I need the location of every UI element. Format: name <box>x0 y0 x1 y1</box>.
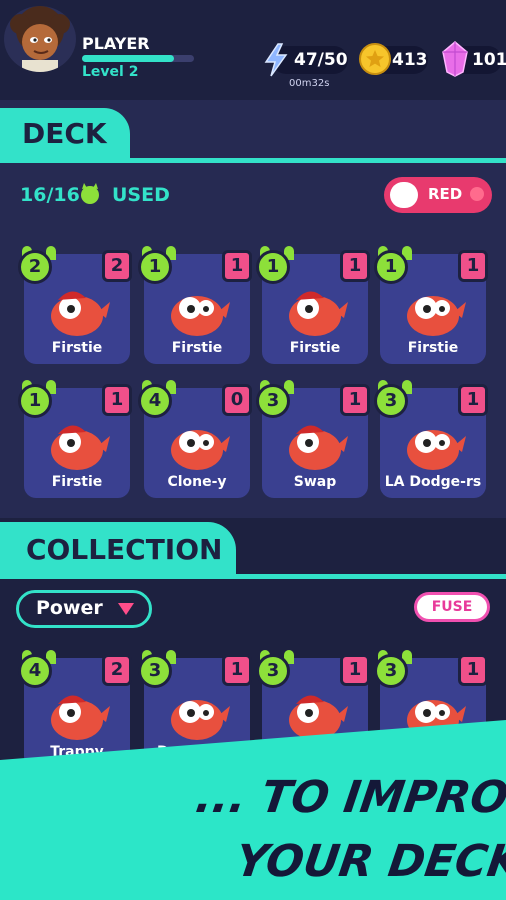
card-name: Firstie <box>51 340 103 356</box>
dropdown-arrow-icon <box>118 603 134 615</box>
card-cost-badge: 1 <box>374 250 408 284</box>
collection-divider <box>0 574 506 579</box>
card-count-badge: 1 <box>340 384 370 416</box>
energy-timer: 00m32s <box>289 78 330 89</box>
card-cost-badge: 3 <box>374 384 408 418</box>
player-name: PLAYER <box>82 34 150 53</box>
fuse-button[interactable]: FUSE <box>414 592 490 622</box>
promo-line-1: ... TO IMPROVE <box>192 772 506 823</box>
card-cost-badge: 3 <box>256 654 290 688</box>
card-count-badge: 1 <box>340 250 370 282</box>
card-cost-badge: 1 <box>18 384 52 418</box>
top-bar <box>0 0 506 100</box>
deck-used-count: 16/16 <box>20 184 80 206</box>
card-count-badge: 2 <box>102 654 132 686</box>
card-name: Firstie <box>407 340 459 356</box>
card-count-badge: 2 <box>102 250 132 282</box>
monster-head-icon <box>81 183 99 204</box>
card-count-badge: 1 <box>102 384 132 416</box>
card-count-badge: 1 <box>458 250 488 282</box>
deck-used-label: USED <box>112 184 170 206</box>
card-cost-badge: 3 <box>374 654 408 688</box>
card-cost-badge: 1 <box>256 250 290 284</box>
card-cost-badge: 2 <box>18 250 52 284</box>
toggle-label: RED <box>428 185 463 203</box>
card-count-badge: 1 <box>458 384 488 416</box>
avatar-face-icon <box>10 6 70 72</box>
card-cost-badge: 4 <box>18 654 52 688</box>
promo-line-2: YOUR DECK! <box>232 836 506 887</box>
card-cost-badge: 3 <box>138 654 172 688</box>
card-count-badge: 1 <box>222 654 252 686</box>
card-name: Clone-y <box>167 474 227 490</box>
collection-title: COLLECTION <box>0 522 236 578</box>
gems-value: 101 <box>472 50 506 70</box>
card-count-badge: 1 <box>222 250 252 282</box>
player-level: Level 2 <box>82 64 139 80</box>
energy-bolt-icon <box>264 43 288 77</box>
deck-title: DECK <box>0 108 130 160</box>
player-avatar[interactable] <box>4 6 76 72</box>
card-cost-badge: 1 <box>138 250 172 284</box>
gem-icon <box>442 41 468 77</box>
coin-icon <box>359 43 391 75</box>
card-count-badge: 1 <box>340 654 370 686</box>
energy-value: 47/50 <box>294 50 348 70</box>
card-name: Swap <box>293 474 337 490</box>
coins-value: 413 <box>392 50 428 70</box>
card-name: Firstie <box>51 474 103 490</box>
toggle-dot-icon <box>470 187 484 201</box>
card-name: LA Dodge-rs <box>384 474 482 490</box>
toggle-knob[interactable] <box>390 182 418 208</box>
filter-label: Power <box>36 597 103 619</box>
card-count-badge: 0 <box>222 384 252 416</box>
card-count-badge: 1 <box>458 654 488 686</box>
deck-divider <box>0 158 506 163</box>
card-cost-badge: 3 <box>256 384 290 418</box>
card-cost-badge: 4 <box>138 384 172 418</box>
card-name: Firstie <box>289 340 341 356</box>
xp-bar-fill <box>82 55 174 62</box>
card-name: Firstie <box>171 340 223 356</box>
